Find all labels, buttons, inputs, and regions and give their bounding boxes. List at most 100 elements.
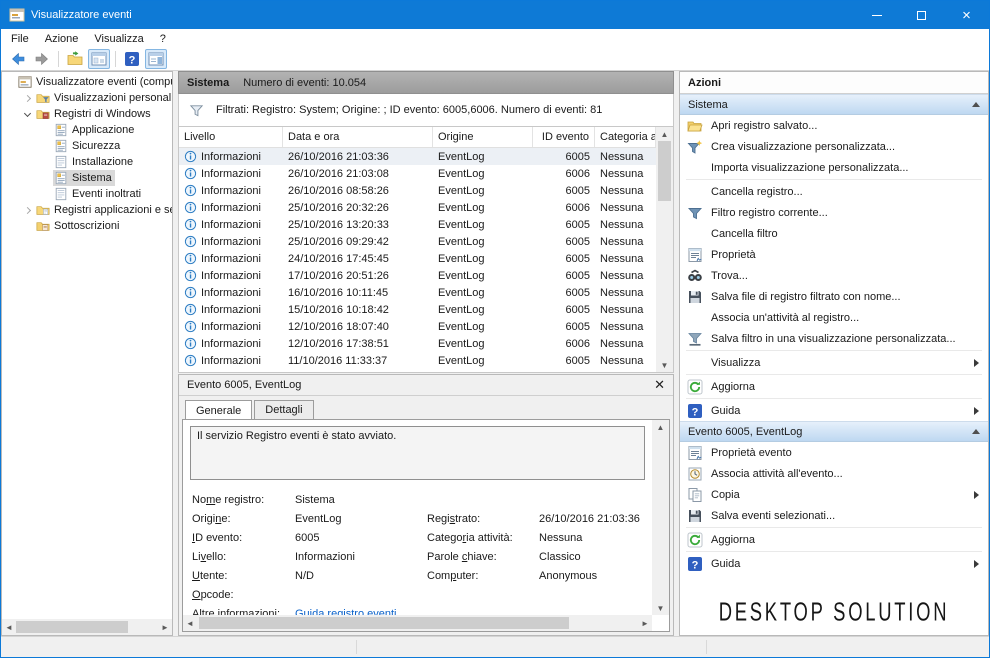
action-item-guida[interactable]: ? Guida — [680, 553, 988, 574]
scroll-down-icon[interactable]: ▼ — [658, 358, 672, 372]
action-item-copia[interactable]: Copia — [680, 484, 988, 505]
action-item-associa-attivit-all-evento[interactable]: Associa attività all'evento... — [680, 463, 988, 484]
menu-item-help[interactable]: ? — [152, 31, 174, 47]
close-button[interactable]: × — [944, 1, 989, 29]
table-row[interactable]: Informazioni 25/10/2016 13:20:33 EventLo… — [179, 216, 656, 233]
scroll-right-icon[interactable]: ► — [638, 616, 652, 630]
action-item-propriet[interactable]: Proprietà — [680, 244, 988, 265]
svg-text:?: ? — [692, 559, 699, 571]
table-row[interactable]: Informazioni 11/10/2016 11:33:37 EventLo… — [179, 352, 656, 369]
scrollbar-thumb[interactable] — [658, 141, 671, 201]
action-item-aggiorna[interactable]: Aggiorna — [680, 376, 988, 397]
scroll-right-icon[interactable]: ► — [158, 620, 172, 634]
sidebar-item-sistema[interactable]: Sistema — [2, 170, 172, 186]
help-icon: ? — [124, 51, 140, 67]
sidebar-item-installazione[interactable]: Installazione — [2, 154, 172, 170]
action-item-trova[interactable]: Trova... — [680, 265, 988, 286]
menu-item-file[interactable]: File — [3, 31, 37, 47]
action-item-crea-visualizzazione-personalizzata[interactable]: Crea visualizzazione personalizzata... — [680, 136, 988, 157]
expander-expanded-icon[interactable] — [24, 109, 31, 116]
scrollbar-thumb[interactable] — [199, 617, 569, 629]
column-header-1[interactable]: Data e ora — [283, 127, 433, 147]
table-row[interactable]: Informazioni 26/10/2016 08:58:26 EventLo… — [179, 182, 656, 199]
column-header-0[interactable]: Livello — [179, 127, 283, 147]
action-group-header[interactable]: Evento 6005, EventLog — [680, 421, 988, 442]
svg-text:?: ? — [692, 406, 699, 418]
action-separator — [686, 398, 982, 399]
action-item-importa-visualizzazione-personalizzata[interactable]: Importa visualizzazione personalizzata..… — [680, 157, 988, 178]
action-item-propriet-evento[interactable]: Proprietà evento — [680, 442, 988, 463]
collapse-icon[interactable] — [972, 429, 980, 434]
sidebar-item-visualizzazioni-personalizzate[interactable]: Visualizzazioni personalizzate — [2, 90, 172, 106]
action-item-aggiorna[interactable]: Aggiorna — [680, 529, 988, 550]
table-row[interactable]: Informazioni 17/10/2016 20:51:26 EventLo… — [179, 267, 656, 284]
scroll-down-icon[interactable]: ▼ — [654, 601, 668, 615]
forward-button[interactable] — [31, 49, 53, 69]
action-item-guida[interactable]: ? Guida — [680, 400, 988, 421]
action-item-visualizza[interactable]: Visualizza — [680, 352, 988, 373]
menu-item-visualizza[interactable]: Visualizza — [86, 31, 151, 47]
tab-dettagli[interactable]: Dettagli — [254, 400, 313, 419]
toolbar: ? — [1, 48, 989, 71]
scroll-up-icon[interactable]: ▲ — [658, 127, 672, 141]
maximize-button[interactable] — [899, 1, 944, 29]
back-button[interactable] — [7, 49, 29, 69]
action-item-cancella-filtro[interactable]: Cancella filtro — [680, 223, 988, 244]
sidebar-item-sottoscrizioni[interactable]: Sottoscrizioni — [2, 218, 172, 234]
table-row[interactable]: Informazioni 25/10/2016 09:29:42 EventLo… — [179, 233, 656, 250]
collapse-icon[interactable] — [972, 102, 980, 107]
scroll-up-icon[interactable]: ▲ — [654, 420, 668, 434]
expander-collapsed-icon[interactable] — [24, 206, 31, 213]
table-row[interactable]: Informazioni 26/10/2016 21:03:08 EventLo… — [179, 165, 656, 182]
sidebar-item-registri-di-windows[interactable]: Registri di Windows — [2, 106, 172, 122]
expander-collapsed-icon[interactable] — [24, 94, 31, 101]
action-group-header[interactable]: Sistema — [680, 94, 988, 115]
column-header-4[interactable]: Categoria a... — [595, 127, 656, 147]
tab-generale[interactable]: Generale — [185, 400, 252, 420]
scrollbar-thumb[interactable] — [16, 621, 128, 633]
action-item-salva-file-di-registro-filtrato-con-nome[interactable]: Salva file di registro filtrato con nome… — [680, 286, 988, 307]
filter-save-icon — [687, 331, 703, 347]
table-row[interactable]: Informazioni 16/10/2016 10:11:45 EventLo… — [179, 284, 656, 301]
action-item-associa-un-attivit-al-registro[interactable]: Associa un'attività al registro... — [680, 307, 988, 328]
info-icon — [184, 150, 201, 163]
action-item-filtro-registro-corrente[interactable]: Filtro registro corrente... — [680, 202, 988, 223]
sidebar-item-visualizzatore-eventi-computer[interactable]: Visualizzatore eventi (computer — [2, 74, 172, 90]
action-pane-button[interactable] — [145, 49, 167, 69]
table-row[interactable]: Informazioni 24/10/2016 17:45:45 EventLo… — [179, 250, 656, 267]
sidebar-item-eventi-inoltrati[interactable]: Eventi inoltrati — [2, 186, 172, 202]
export-list-button[interactable] — [64, 49, 86, 69]
log-icon — [54, 171, 72, 185]
column-header-3[interactable]: ID evento — [533, 127, 595, 147]
event-table: LivelloData e oraOrigineID eventoCategor… — [179, 127, 656, 372]
toolbar-separator — [58, 51, 59, 67]
table-vertical-scrollbar[interactable]: ▲ ▼ — [656, 127, 673, 372]
action-item-cancella-registro[interactable]: Cancella registro... — [680, 181, 988, 202]
table-row[interactable]: Informazioni 25/10/2016 20:32:26 EventLo… — [179, 199, 656, 216]
menu-item-azione[interactable]: Azione — [37, 31, 87, 47]
tree-horizontal-scrollbar[interactable]: ◄ ► — [2, 619, 172, 635]
sidebar-item-registri-applicazioni-e-servizi[interactable]: Registri applicazioni e servizi — [2, 202, 172, 218]
status-bar — [1, 636, 989, 657]
close-icon[interactable]: ✕ — [654, 377, 665, 393]
scroll-left-icon[interactable]: ◄ — [2, 620, 16, 634]
scroll-left-icon[interactable]: ◄ — [183, 616, 197, 630]
table-row[interactable]: Informazioni 26/10/2016 21:03:36 EventLo… — [179, 148, 656, 165]
sidebar-item-sicurezza[interactable]: Sicurezza — [2, 138, 172, 154]
minimize-button[interactable] — [854, 1, 899, 29]
help-button[interactable]: ? — [121, 49, 143, 69]
action-item-salva-filtro-in-una-visualizzazione-personalizzata[interactable]: Salva filtro in una visualizzazione pers… — [680, 328, 988, 349]
table-row[interactable]: Informazioni 12/10/2016 17:38:51 EventLo… — [179, 335, 656, 352]
table-row[interactable]: Informazioni 15/10/2016 10:18:42 EventLo… — [179, 301, 656, 318]
sidebar-item-applicazione[interactable]: Applicazione — [2, 122, 172, 138]
console-tree-button[interactable] — [88, 49, 110, 69]
field-label: Nome registro: — [192, 494, 295, 506]
table-row[interactable]: Informazioni 12/10/2016 18:07:40 EventLo… — [179, 318, 656, 335]
field-label: Origine: — [192, 513, 295, 525]
preview-vertical-scrollbar[interactable]: ▲ ▼ — [652, 420, 669, 615]
action-item-salva-eventi-selezionati[interactable]: Salva eventi selezionati... — [680, 505, 988, 526]
column-header-2[interactable]: Origine — [433, 127, 533, 147]
title-bar[interactable]: Visualizzatore eventi × — [1, 1, 989, 29]
preview-horizontal-scrollbar[interactable]: ◄ ► — [183, 615, 652, 631]
action-item-apri-registro-salvato[interactable]: Apri registro salvato... — [680, 115, 988, 136]
